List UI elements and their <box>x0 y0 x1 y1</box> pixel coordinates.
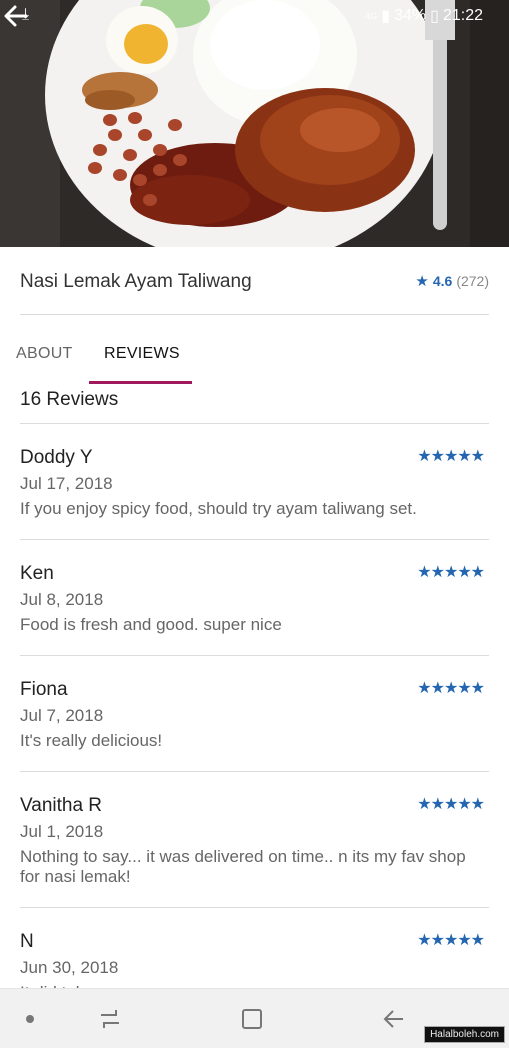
review-date: Jul 17, 2018 <box>20 474 113 493</box>
review-date: Jul 1, 2018 <box>20 822 104 841</box>
dot-icon[interactable] <box>15 989 45 1048</box>
status-bar: ⤓ 4G ▮ 34% ▯ 21:22 <box>0 0 509 32</box>
divider <box>20 655 489 656</box>
food-photo-illustration <box>0 0 509 247</box>
star-rating-icons: ★★★★★ <box>417 796 485 813</box>
status-right: 4G ▮ 34% ▯ 21:22 <box>365 6 483 26</box>
star-rating-icons: ★★★★★ <box>417 680 485 697</box>
clock: 21:22 <box>442 7 483 24</box>
battery-percent: 34% <box>394 7 427 24</box>
tab-active-indicator <box>89 381 192 384</box>
review-item: Vanitha R Jul 1, 2018 Nothing to say... … <box>20 795 489 908</box>
divider <box>20 314 489 315</box>
signal-icon: ▮ <box>381 8 391 25</box>
restaurant-name: Nasi Lemak Ayam Taliwang <box>20 271 252 292</box>
reviews-count: 16 Reviews <box>20 389 119 410</box>
review-item: Fiona Jul 7, 2018 It's really delicious!… <box>20 679 489 772</box>
review-text: It's really delicious! <box>20 731 163 750</box>
star-rating-icons: ★★★★★ <box>417 932 485 949</box>
review-text: If you enjoy spicy food, should try ayam… <box>20 499 417 518</box>
review-item: Ken Jul 8, 2018 Food is fresh and good. … <box>20 563 489 656</box>
watermark: Halalboleh.com <box>424 1026 505 1043</box>
divider <box>20 771 489 772</box>
tab-about[interactable]: ABOUT <box>16 345 73 363</box>
restaurant-header: Nasi Lemak Ayam Taliwang ★ 4.6 (272) <box>0 247 509 315</box>
star-icon: ★ <box>415 273 429 290</box>
divider <box>20 423 489 424</box>
divider <box>20 539 489 540</box>
network-label: 4G <box>365 11 378 21</box>
review-text: Food is fresh and good. super nice <box>20 615 282 634</box>
battery-icon: ▯ <box>430 8 439 25</box>
review-date: Jun 30, 2018 <box>20 958 119 977</box>
hero-photo: ⤓ 4G ▮ 34% ▯ 21:22 <box>0 0 509 247</box>
back-arrow-icon[interactable] <box>0 0 32 32</box>
tab-bar: ABOUT REVIEWS <box>0 335 509 385</box>
star-rating-icons: ★★★★★ <box>417 448 485 465</box>
recent-apps-icon[interactable] <box>90 989 130 1048</box>
star-rating-icons: ★★★★★ <box>417 564 485 581</box>
rating-count: (272) <box>456 273 489 289</box>
rating-summary: ★ 4.6 (272) <box>415 272 489 290</box>
review-date: Jul 8, 2018 <box>20 590 104 609</box>
home-icon[interactable] <box>232 989 272 1048</box>
review-date: Jul 7, 2018 <box>20 706 104 725</box>
review-item: Doddy Y Jul 17, 2018 If you enjoy spicy … <box>20 447 489 540</box>
tab-reviews[interactable]: REVIEWS <box>104 345 180 363</box>
rating-value: 4.6 <box>432 273 453 289</box>
back-icon[interactable] <box>374 989 414 1048</box>
divider <box>20 907 489 908</box>
review-text: Nothing to say... it was delivered on ti… <box>20 847 466 886</box>
